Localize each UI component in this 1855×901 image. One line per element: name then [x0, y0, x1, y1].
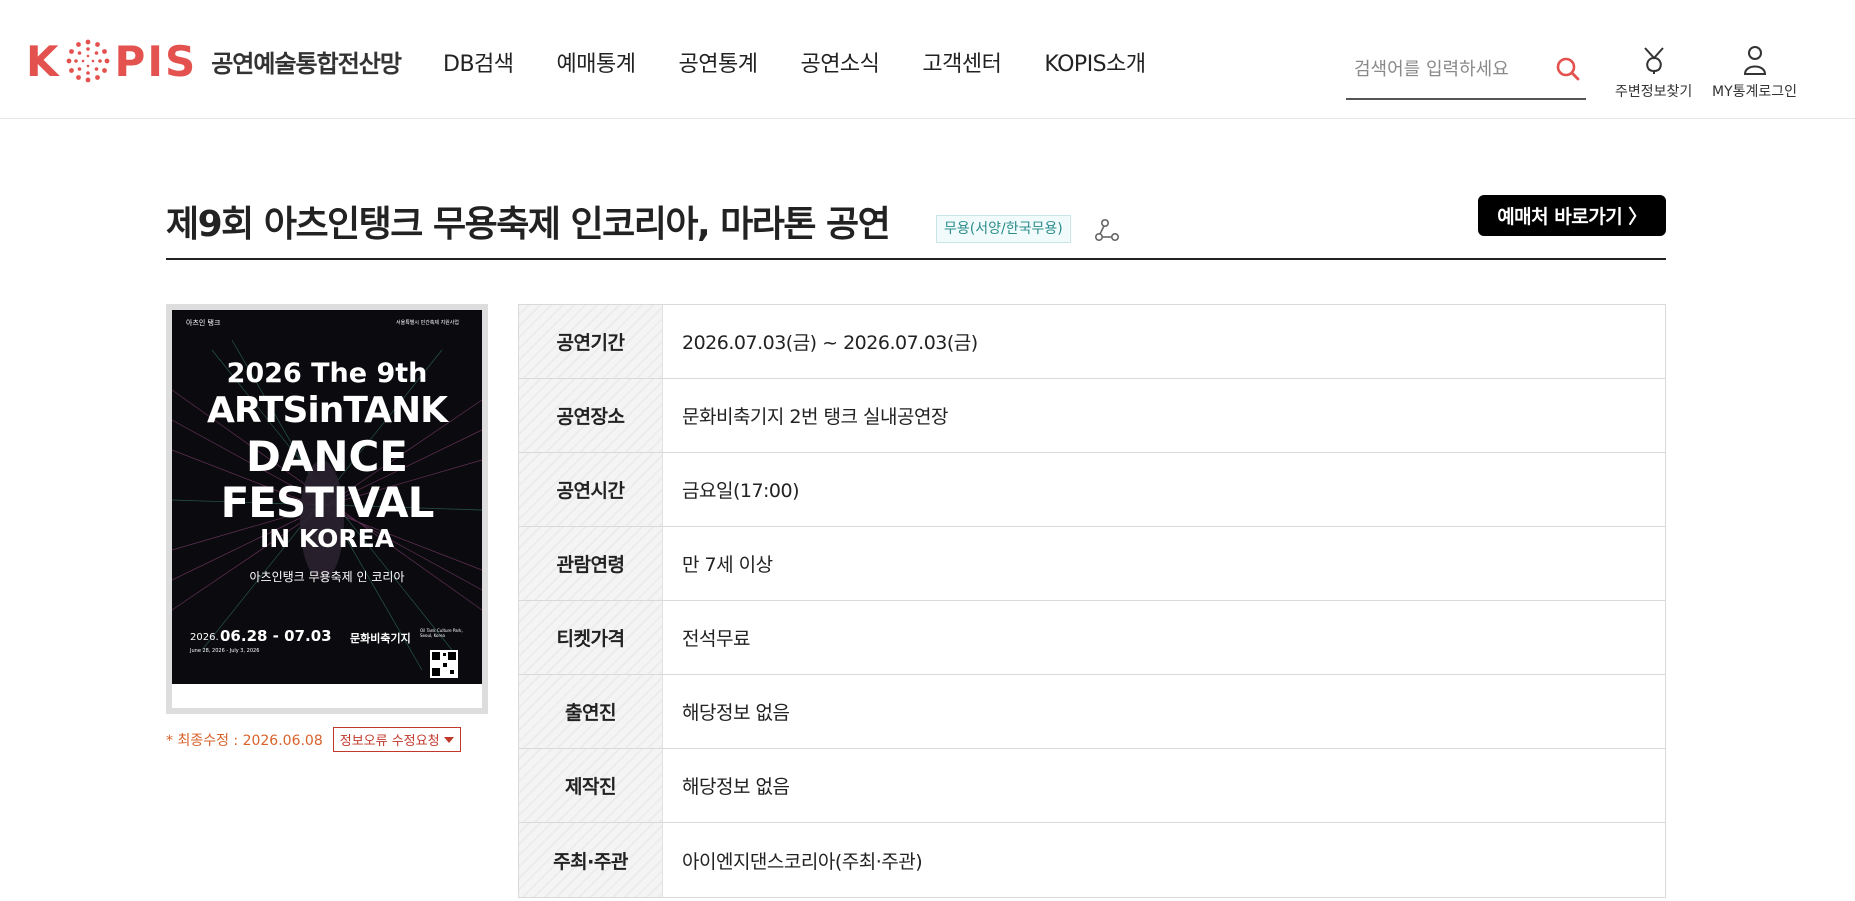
nav-performance-stats[interactable]: 공연통계	[678, 46, 757, 78]
logo-letters-pis: PIS	[114, 36, 198, 86]
logo-wordmark: K PIS	[26, 37, 197, 86]
table-row: 티켓가격 전석무료	[519, 601, 1665, 675]
site-logo[interactable]: K PIS 공연예술통합전산망	[26, 36, 402, 86]
table-row: 주최·주관 아이엔지댄스코리아(주최·주관)	[519, 823, 1665, 897]
nav-about-kopis[interactable]: KOPIS소개	[1044, 46, 1146, 78]
report-error-label: 정보오류 수정요청	[339, 734, 440, 749]
map-pin-icon	[1643, 47, 1664, 74]
my-stats-login-label: MY통계로그인	[1712, 84, 1798, 100]
info-value: 해당정보 없음	[682, 776, 790, 798]
info-label: 주최·주관	[519, 823, 663, 897]
share-icon[interactable]	[1094, 217, 1120, 243]
table-row: 관람연령 만 7세 이상	[519, 527, 1665, 601]
poster-image: 아츠인 탱크 서울특별시 민간축제 지원사업 2026 The 9th ARTS…	[172, 310, 482, 708]
info-value: 전석무료	[682, 628, 750, 650]
info-label: 공연시간	[519, 453, 663, 526]
performance-poster: 아츠인 탱크 서울특별시 민간축제 지원사업 2026 The 9th ARTS…	[166, 304, 488, 714]
poster-line-2: ARTSinTANK	[206, 390, 448, 431]
genre-badge: 무용(서양/한국무용)	[936, 215, 1071, 243]
nav-customer-center[interactable]: 고객센터	[922, 46, 1001, 78]
info-label: 출연진	[519, 675, 663, 748]
logo-subtitle: 공연예술통합전산망	[211, 49, 402, 78]
performance-info-table: 공연기간 2026.07.03(금) ~ 2026.07.03(금) 공연장소 …	[518, 304, 1666, 898]
poster-sponsor-note: 서울특별시 민간축제 지원사업	[396, 320, 459, 326]
poster-sponsor-strip	[172, 684, 482, 708]
info-label: 관람연령	[519, 527, 663, 600]
my-stats-login-button[interactable]: MY통계로그인	[1712, 44, 1797, 101]
table-row: 공연기간 2026.07.03(금) ~ 2026.07.03(금)	[519, 305, 1665, 379]
poster-line-5: IN KOREA	[259, 524, 395, 553]
table-row: 출연진 해당정보 없음	[519, 675, 1665, 749]
page-title: 제9회 아츠인탱크 무용축제 인코리아, 마라톤 공연	[166, 204, 891, 245]
poster-line-1: 2026 The 9th	[226, 358, 428, 389]
search-button[interactable]	[1554, 54, 1582, 84]
info-value: 해당정보 없음	[682, 702, 790, 724]
search-icon	[1556, 57, 1580, 81]
info-value: 문화비축기지 2번 탱크 실내공연장	[682, 406, 948, 428]
info-label: 티켓가격	[519, 601, 663, 674]
title-row: 제9회 아츠인탱크 무용축제 인코리아, 마라톤 공연 무용(서양/한국무용) …	[166, 195, 1666, 260]
poster-venue-en: Oil Tank Culture Park, Seoul, Korea	[420, 628, 463, 638]
table-row: 공연시간 금요일(17:00)	[519, 453, 1665, 527]
info-value: 아이엔지댄스코리아(주최·주관)	[682, 850, 923, 873]
info-value: 2026.07.03(금) ~ 2026.07.03(금)	[682, 332, 978, 354]
info-value: 만 7세 이상	[682, 554, 773, 576]
table-row: 공연장소 문화비축기지 2번 탱크 실내공연장	[519, 379, 1665, 453]
logo-letter-k: K	[26, 36, 61, 86]
poster-date-range: 06.28 - 07.03	[220, 627, 332, 645]
nav-booking-stats[interactable]: 예매통계	[557, 46, 636, 78]
user-icon	[1743, 46, 1766, 75]
info-value: 금요일(17:00)	[682, 480, 800, 502]
poster-brand: 아츠인 탱크	[186, 319, 221, 327]
nearby-info-button[interactable]: 주변정보찾기	[1615, 44, 1692, 101]
poster-date-prefix: 2026.	[190, 632, 219, 643]
caret-down-icon	[443, 736, 454, 743]
search-box	[1346, 44, 1586, 100]
info-label: 제작진	[519, 749, 663, 822]
site-header: K PIS 공연예술통합전산망 DB검색 예매통계 공연통계 공연소식 고객센터…	[0, 0, 1855, 119]
poster-venue: 문화비축기지	[350, 632, 411, 645]
poster-line-4: FESTIVAL	[220, 478, 435, 527]
poster-korean-title: 아츠인탱크 무용축제 인 코리아	[249, 570, 405, 584]
poster-qr-code-icon	[430, 650, 458, 678]
nearby-info-label: 주변정보찾기	[1615, 84, 1693, 100]
poster-date-en: June 28, 2026 - July 3, 2026	[190, 648, 260, 654]
nav-db-search[interactable]: DB검색	[443, 46, 514, 78]
last-updated: * 최종수정 : 2026.06.08	[166, 732, 323, 749]
logo-dots-icon	[66, 39, 109, 83]
search-input[interactable]	[1354, 54, 1544, 84]
nav-news[interactable]: 공연소식	[800, 46, 879, 78]
booking-site-button[interactable]: 예매처 바로가기 〉	[1478, 195, 1666, 236]
main-nav: DB검색 예매통계 공연통계 공연소식 고객센터 KOPIS소개	[443, 46, 1189, 78]
table-row: 제작진 해당정보 없음	[519, 749, 1665, 823]
info-label: 공연장소	[519, 379, 663, 452]
info-label: 공연기간	[519, 305, 663, 378]
poster-meta: * 최종수정 : 2026.06.08 정보오류 수정요청	[166, 727, 461, 752]
poster-line-3: DANCE	[245, 432, 409, 481]
report-error-button[interactable]: 정보오류 수정요청	[332, 727, 461, 752]
